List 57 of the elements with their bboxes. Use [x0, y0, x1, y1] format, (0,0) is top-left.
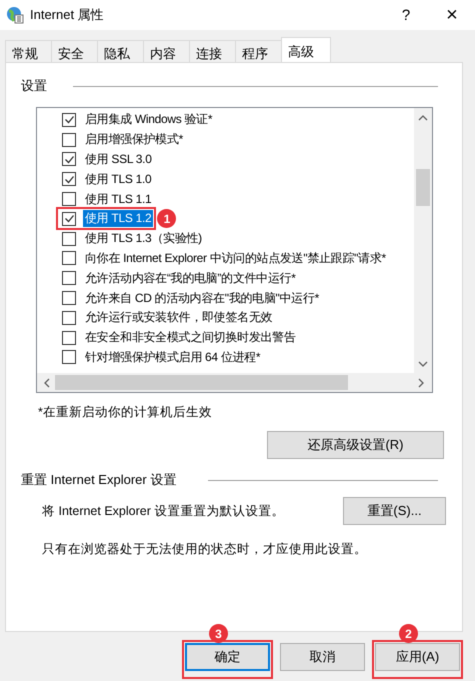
tab[interactable]: 隐私 — [97, 40, 144, 62]
checkbox[interactable] — [62, 310, 76, 325]
checkbox[interactable] — [62, 291, 76, 306]
globe-icon — [6, 6, 24, 24]
window-title: Internet 属性 — [30, 6, 105, 24]
scroll-left-icon[interactable] — [43, 378, 50, 388]
close-button[interactable]: × — [429, 4, 475, 26]
checkbox[interactable] — [62, 172, 76, 186]
setting-option[interactable]: 针对增强保护模式启用 64 位进程* — [83, 348, 262, 366]
restore-button[interactable]: 还原高级设置(R) — [267, 431, 444, 459]
tab[interactable]: 高级 — [281, 37, 331, 62]
horizontal-scrollbar[interactable] — [37, 373, 432, 392]
checkbox[interactable] — [62, 132, 76, 147]
reset-description: 将 Internet Explorer 设置重置为默认设置。 — [42, 502, 284, 520]
setting-option[interactable]: 启用集成 Windows 验证* — [83, 111, 214, 128]
dialog-button[interactable]: 确定 — [185, 643, 270, 671]
scrollbar-thumb[interactable] — [416, 169, 430, 206]
setting-option[interactable]: 允许来自 CD 的活动内容在"我的电脑"中运行* — [83, 290, 321, 307]
setting-option[interactable]: 启用增强保护模式* — [83, 131, 185, 148]
tab[interactable]: 常规 — [5, 40, 52, 62]
checkbox[interactable] — [62, 330, 76, 345]
checkbox[interactable] — [62, 152, 76, 166]
setting-option[interactable]: 使用 SSL 3.0 — [83, 150, 154, 168]
vertical-scrollbar[interactable] — [414, 108, 432, 373]
scrollbar-thumb[interactable] — [55, 375, 348, 390]
setting-option[interactable]: 使用 TLS 1.2 — [83, 210, 154, 228]
setting-option[interactable]: 允许运行或安装软件，即使签名无效 — [83, 309, 274, 326]
setting-option[interactable]: 使用 TLS 1.3（实验性) — [83, 230, 204, 248]
setting-option[interactable]: 使用 TLS 1.0 — [83, 170, 154, 188]
callout-badge: 1 — [157, 209, 176, 228]
reset-button[interactable]: 重置(S)... — [343, 497, 446, 525]
help-button[interactable]: ? — [383, 6, 429, 24]
tab[interactable]: 连接 — [189, 40, 236, 62]
checkbox[interactable] — [62, 192, 76, 206]
reset-warning: 只有在浏览器处于无法使用的状态时，才应使用此设置。 — [42, 541, 368, 558]
setting-option[interactable]: 在安全和非安全模式之间切换时发出警告 — [83, 329, 298, 346]
scroll-up-icon[interactable] — [418, 114, 428, 121]
scroll-right-icon[interactable] — [418, 378, 425, 388]
dialog-button[interactable]: 应用(A) — [375, 643, 460, 671]
restart-note: *在重新启动你的计算机后生效 — [38, 404, 213, 421]
checkbox[interactable] — [62, 350, 76, 364]
settings-list[interactable] — [36, 107, 433, 393]
tab[interactable]: 内容 — [143, 40, 190, 62]
checkbox[interactable] — [62, 271, 76, 286]
checkbox[interactable] — [62, 232, 76, 246]
checkbox[interactable] — [62, 251, 76, 266]
dialog-button[interactable]: 取消 — [280, 643, 365, 671]
setting-option[interactable]: 使用 TLS 1.1 — [83, 190, 154, 208]
checkbox[interactable] — [62, 212, 76, 226]
tab[interactable]: 程序 — [235, 40, 282, 62]
setting-option[interactable]: 向你在 Internet Explorer 中访问的站点发送"禁止跟踪"请求* — [83, 250, 388, 267]
group-label: 设置 — [21, 77, 47, 95]
setting-option[interactable]: 允许活动内容在“我的电脑”的文件中运行* — [83, 270, 298, 287]
scroll-down-icon[interactable] — [418, 361, 428, 368]
group-label: 重置 Internet Explorer 设置 — [21, 471, 176, 489]
tab[interactable]: 安全 — [51, 40, 98, 62]
checkbox[interactable] — [62, 112, 76, 127]
